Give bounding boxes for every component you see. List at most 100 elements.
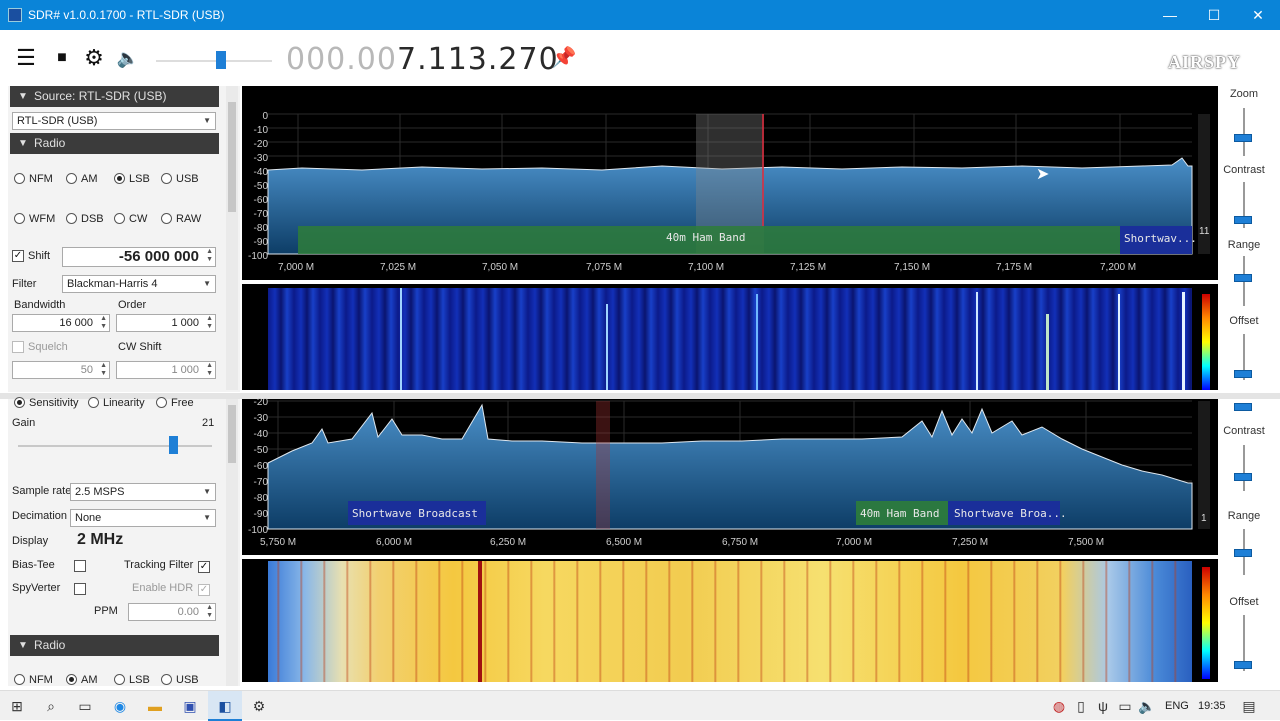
antivirus-icon[interactable]: ◍ <box>1050 697 1068 715</box>
shift-checkbox[interactable]: ✓ <box>12 249 24 262</box>
cwshift-input[interactable]: 1 000 ▲ ▼ <box>116 361 216 379</box>
volume-thumb[interactable] <box>216 51 226 69</box>
squelch-input[interactable]: 50 ▲ ▼ <box>12 361 110 379</box>
source-header-label: Source: RTL-SDR (USB) <box>34 89 167 103</box>
mode-nfm-2[interactable]: NFM <box>14 673 53 687</box>
panel-scrollbar-2-thumb[interactable] <box>228 405 236 463</box>
volume-icon[interactable]: 🔈 <box>1138 697 1156 715</box>
task-view-icon[interactable]: ▭ <box>76 697 94 715</box>
shift-input[interactable]: -56 000 000 ▲ ▼ <box>62 247 216 267</box>
signal-line <box>1046 314 1049 390</box>
minimize-button[interactable]: — <box>1148 0 1192 30</box>
network-icon[interactable]: ▭ <box>1116 697 1134 715</box>
spectrum-bottom-yaxis: -20 -30 -40 -50 -60 -70 -80 -90 -100 <box>247 397 268 536</box>
mode-lsb-2[interactable]: LSB <box>114 673 150 687</box>
order-input[interactable]: 1 000 ▲ ▼ <box>116 314 216 332</box>
radio-header-2[interactable]: ▼ Radio <box>10 635 219 656</box>
signal-line <box>756 294 758 390</box>
ppm-input[interactable]: 0.00 ▲ ▼ <box>128 603 216 621</box>
offset-thumb-2[interactable] <box>1234 661 1252 669</box>
clock[interactable]: 19:35 <box>1198 700 1226 712</box>
x-tick: 7,050 M <box>482 262 519 273</box>
colormap-bar <box>1202 294 1210 390</box>
app-icon <box>8 8 22 22</box>
chevron-down-icon: ▼ <box>203 279 211 288</box>
offset-thumb[interactable] <box>1234 370 1252 378</box>
x-tick: 7,500 M <box>1068 537 1105 548</box>
usb-icon[interactable]: ψ <box>1094 697 1112 715</box>
search-icon[interactable]: ⌕ <box>42 697 60 715</box>
battery-icon[interactable]: ▯ <box>1072 697 1090 715</box>
mode-usb-2[interactable]: USB <box>161 673 199 687</box>
spectrum-bottom-scrollbar[interactable] <box>1198 401 1210 529</box>
windows-start-icon[interactable]: ⊞ <box>8 697 26 715</box>
browser-icon[interactable]: ◉ <box>111 697 129 715</box>
spyverter-checkbox[interactable] <box>74 583 86 598</box>
waterfall-top-image <box>268 288 1192 390</box>
mode-lsb[interactable]: LSB <box>114 172 150 186</box>
contrast-thumb[interactable] <box>1234 216 1252 224</box>
mode-am-2[interactable]: AM <box>66 673 98 687</box>
spectrum-bottom[interactable]: -20 -30 -40 -50 -60 -70 -80 -90 -100 Shortwave B… <box>242 397 1218 555</box>
band-label-shortwave-1: Shortwave Broadcast <box>352 507 478 520</box>
frequency-display[interactable]: 000.007.113.270 <box>286 42 559 77</box>
x-tick: 7,200 M <box>1100 262 1137 273</box>
tracking-label: Tracking Filter <box>124 559 194 571</box>
range-thumb[interactable] <box>1234 274 1252 282</box>
mode-dsb[interactable]: DSB <box>66 212 104 226</box>
tracking-checkbox[interactable]: ✓ <box>198 560 210 573</box>
gear-icon[interactable]: ⚙ <box>80 44 108 72</box>
source-header[interactable]: ▼ Source: RTL-SDR (USB) <box>10 86 219 107</box>
mode-usb[interactable]: USB <box>161 172 199 186</box>
pin-icon[interactable]: 📌 <box>550 44 578 72</box>
bandwidth-input[interactable]: 16 000 ▲ ▼ <box>12 314 110 332</box>
maximize-button[interactable]: ☐ <box>1192 0 1236 30</box>
contrast-slider-2[interactable] <box>1243 445 1245 491</box>
mode-nfm[interactable]: NFM <box>14 172 53 186</box>
zoom-slider[interactable] <box>1243 108 1245 156</box>
speaker-icon[interactable]: 🔈 <box>114 44 142 72</box>
display-sidebar-bottom: Contrast Range Offset <box>1220 399 1280 686</box>
notifications-icon[interactable]: ▤ <box>1240 697 1258 715</box>
gain-thumb[interactable] <box>169 436 179 454</box>
sdr-taskbar-icon[interactable]: ◧ <box>216 697 234 715</box>
mode-wfm[interactable]: WFM <box>14 212 55 226</box>
waterfall-top[interactable] <box>242 284 1218 390</box>
gain-slider[interactable] <box>18 436 212 454</box>
language-indicator[interactable]: ENG <box>1165 700 1189 712</box>
mode-cw[interactable]: CW <box>114 212 147 226</box>
tuner-free[interactable]: Free <box>156 396 194 410</box>
radio-header[interactable]: ▼ Radio <box>10 133 219 154</box>
close-button[interactable]: ✕ <box>1236 0 1280 30</box>
spectrum-bottom-svg[interactable] <box>242 399 1218 555</box>
stop-icon[interactable]: ■ <box>48 44 76 72</box>
tuner-linearity[interactable]: Linearity <box>88 396 145 410</box>
x-tick: 7,250 M <box>952 537 989 548</box>
zoom-thumb[interactable] <box>1234 134 1252 142</box>
folder-icon[interactable]: ▬ <box>146 697 164 715</box>
hdr-checkbox[interactable]: ✓ <box>198 583 210 596</box>
mode-raw[interactable]: RAW <box>161 212 201 226</box>
waterfall-bottom[interactable] <box>242 559 1218 682</box>
bandwidth-label: Bandwidth <box>14 299 66 311</box>
zoom-thumb-2[interactable] <box>1234 403 1252 411</box>
samplerate-select[interactable]: 2.5 MSPS ▼ <box>70 483 216 501</box>
menu-icon[interactable]: ☰ <box>12 44 40 72</box>
mode-am[interactable]: AM <box>66 172 98 186</box>
biastee-checkbox[interactable] <box>74 560 86 575</box>
decimation-select[interactable]: None ▼ <box>70 509 216 527</box>
volume-slider[interactable] <box>156 60 272 62</box>
range-thumb-2[interactable] <box>1234 549 1252 557</box>
squelch-checkbox[interactable] <box>12 341 24 356</box>
contrast-thumb-2[interactable] <box>1234 473 1252 481</box>
band-label-shortwave: Shortwav... <box>1124 232 1197 245</box>
waterfall-bottom-lines <box>268 561 1192 682</box>
tuner-sensitivity[interactable]: Sensitivity <box>14 396 79 410</box>
app-icon-taskbar[interactable]: ▣ <box>181 697 199 715</box>
filter-select[interactable]: Blackman-Harris 4 ▼ <box>62 275 216 293</box>
spectrum-top[interactable]: 0 -10 -20 -30 -40 -50 -60 -70 -80 -90 -100 40m Ham… <box>242 86 1218 280</box>
source-select[interactable]: RTL-SDR (USB) ▼ <box>12 112 216 130</box>
settings-taskbar-icon[interactable]: ⚙ <box>250 697 268 715</box>
panel-scrollbar-thumb[interactable] <box>228 102 236 212</box>
spectrum-top-svg[interactable] <box>242 86 1218 280</box>
